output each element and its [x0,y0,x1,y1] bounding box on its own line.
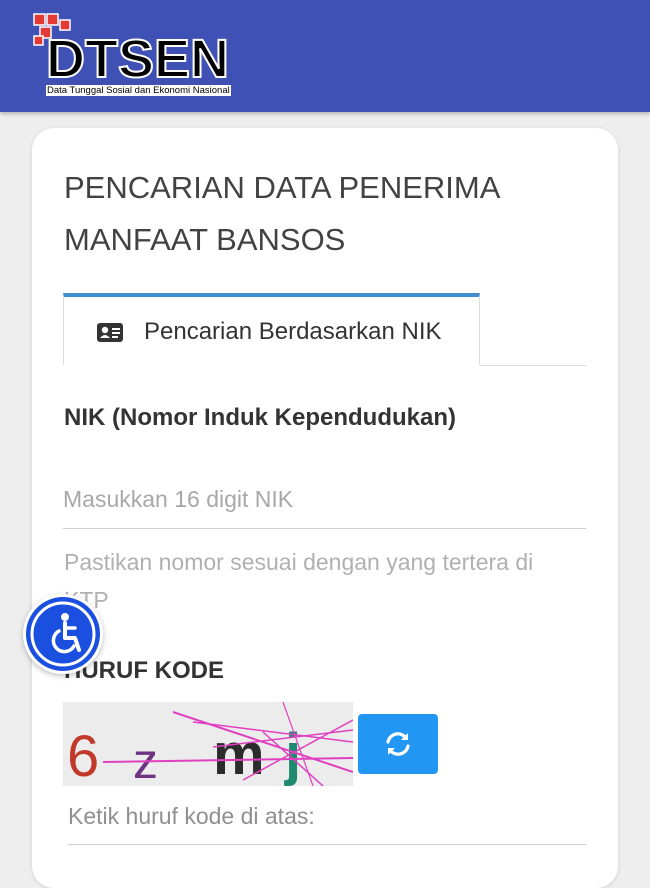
logo-title: DTSEN [45,29,230,89]
accessibility-button[interactable] [23,594,103,674]
tab-label: Pencarian Berdasarkan NIK [144,318,442,345]
dtsen-logo[interactable]: DTSEN Data Tunggal Sosial dan Ekonomi Na… [28,10,243,100]
accessibility-icon [26,597,100,671]
nik-hint: Pastikan nomor sesuai dengan yang terter… [64,549,534,613]
id-card-icon [97,323,123,342]
logo-subtitle: Data Tunggal Sosial dan Ekonomi Nasional [46,85,231,96]
svg-text:z: z [133,733,158,786]
nik-label: NIK (Nomor Induk Kependudukan) [64,404,456,431]
captcha-image: 6 z m j [63,701,354,789]
tab-nik-search[interactable]: Pencarian Berdasarkan NIK [63,293,480,365]
nik-input[interactable] [63,470,586,529]
captcha-input[interactable] [68,788,586,845]
page-title: PENCARIAN DATA PENERIMA MANFAAT BANSOS [64,170,499,257]
captcha-refresh-button[interactable] [358,714,438,774]
svg-text:m: m [213,722,265,786]
svg-text:6: 6 [67,724,99,786]
app-header: DTSEN Data Tunggal Sosial dan Ekonomi Na… [0,0,650,112]
tab-divider [480,365,586,366]
refresh-icon [386,732,410,756]
